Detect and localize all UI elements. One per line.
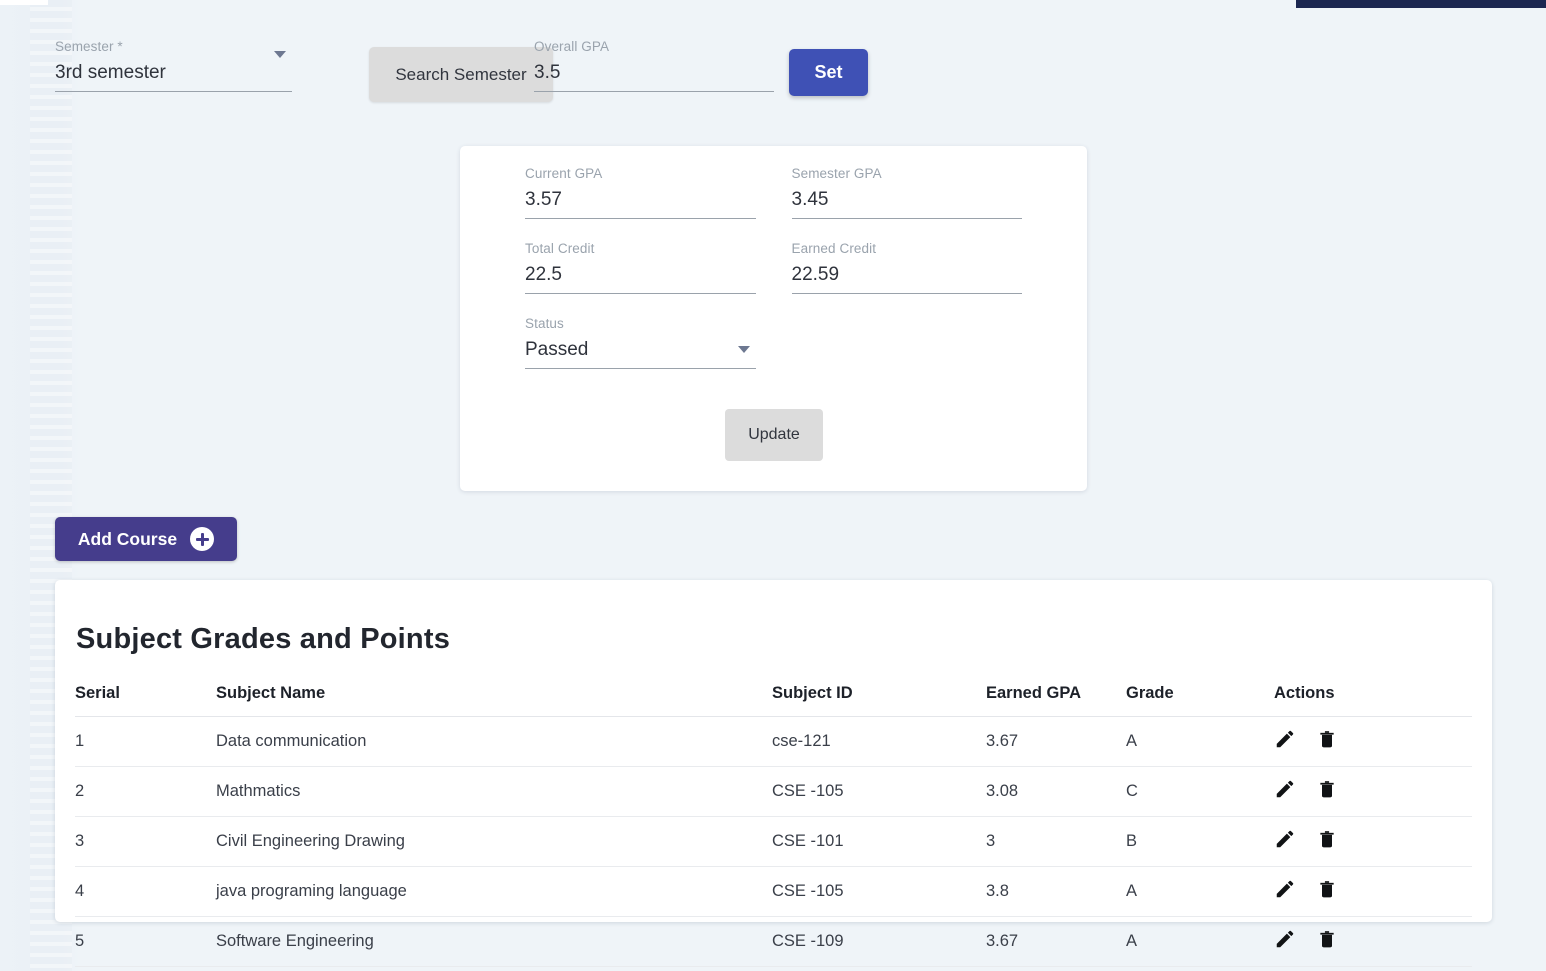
summary-fields: Current GPA 3.57 Semester GPA 3.45 Total… xyxy=(525,166,1022,391)
cell-grade: B xyxy=(1126,816,1274,867)
overall-gpa-label: Overall GPA xyxy=(534,39,610,54)
set-button[interactable]: Set xyxy=(789,49,868,96)
trash-icon[interactable] xyxy=(1317,928,1337,955)
plus-circle-icon xyxy=(190,527,215,551)
cell-serial: 3 xyxy=(75,816,216,867)
pencil-icon[interactable] xyxy=(1274,728,1296,755)
table-row: 5 Software Engineering CSE -109 3.67 A xyxy=(75,916,1472,967)
status-select[interactable]: Status Passed xyxy=(525,316,756,369)
cell-subject-name: Data communication xyxy=(216,716,772,767)
semester-value[interactable]: 3rd semester xyxy=(55,59,292,91)
table-row: 2 Mathmatics CSE -105 3.08 C xyxy=(75,766,1472,817)
earned-credit-label: Earned Credit xyxy=(791,241,877,256)
earned-credit-value[interactable]: 22.59 xyxy=(792,261,1023,293)
cell-subject-id: CSE -105 xyxy=(772,766,986,817)
semester-gpa-label: Semester GPA xyxy=(791,166,882,181)
current-gpa-value[interactable]: 3.57 xyxy=(525,186,756,218)
cell-earned-gpa: 3.08 xyxy=(986,766,1126,817)
overall-gpa-field[interactable]: Overall GPA 3.5 xyxy=(534,39,774,92)
cell-grade: A xyxy=(1126,716,1274,767)
summary-row-status: Status Passed xyxy=(525,316,1022,369)
semester-toolbar: Semester * 3rd semester Search Semester … xyxy=(55,30,1455,105)
column-header-subject-id: Subject ID xyxy=(772,684,986,717)
total-credit-label: Total Credit xyxy=(525,241,595,256)
current-gpa-field[interactable]: Current GPA 3.57 xyxy=(525,166,756,219)
total-credit-field[interactable]: Total Credit 22.5 xyxy=(525,241,756,294)
update-button[interactable]: Update xyxy=(725,409,823,461)
trash-icon[interactable] xyxy=(1317,878,1337,905)
status-value[interactable]: Passed xyxy=(525,336,756,368)
column-header-actions: Actions xyxy=(1274,684,1472,717)
add-course-label: Add Course xyxy=(77,528,178,549)
trash-icon[interactable] xyxy=(1317,778,1337,805)
cell-grade: A xyxy=(1126,866,1274,917)
cell-subject-name: Civil Engineering Drawing xyxy=(216,816,772,867)
trash-icon[interactable] xyxy=(1317,728,1337,755)
semester-gpa-value[interactable]: 3.45 xyxy=(792,186,1023,218)
cell-actions xyxy=(1274,866,1472,917)
top-left-white-sliver xyxy=(0,0,48,5)
table-header-row: Serial Subject Name Subject ID Earned GP… xyxy=(75,684,1472,717)
column-header-serial: Serial xyxy=(75,684,216,717)
column-header-grade: Grade xyxy=(1126,684,1274,717)
subject-grades-table: Serial Subject Name Subject ID Earned GP… xyxy=(75,684,1472,967)
top-navy-strip xyxy=(1296,0,1546,8)
summary-row-credit: Total Credit 22.5 Earned Credit 22.59 xyxy=(525,241,1022,294)
semester-gpa-field[interactable]: Semester GPA 3.45 xyxy=(791,166,1023,219)
cell-actions xyxy=(1274,716,1472,767)
summary-status-spacer xyxy=(792,316,1023,369)
status-label: Status xyxy=(525,316,564,331)
cell-subject-name: java programing language xyxy=(216,866,772,917)
cell-subject-id: CSE -109 xyxy=(772,916,986,967)
semester-label: Semester * xyxy=(55,39,123,54)
column-header-subject-name: Subject Name xyxy=(216,684,772,717)
cell-earned-gpa: 3.67 xyxy=(986,716,1126,767)
page-title: Subject Grades and Points xyxy=(76,623,451,655)
search-semester-button[interactable]: Search Semester xyxy=(369,47,553,102)
column-header-earned-gpa: Earned GPA xyxy=(986,684,1126,717)
add-course-button[interactable]: Add Course xyxy=(55,517,237,561)
cell-subject-id: cse-121 xyxy=(772,716,986,767)
cell-actions xyxy=(1274,766,1472,817)
cell-serial: 4 xyxy=(75,866,216,917)
table-header: Serial Subject Name Subject ID Earned GP… xyxy=(75,684,1472,717)
cell-subject-name: Software Engineering xyxy=(216,916,772,967)
earned-credit-field[interactable]: Earned Credit 22.59 xyxy=(791,241,1023,294)
overall-gpa-value[interactable]: 3.5 xyxy=(534,59,774,91)
cell-grade: A xyxy=(1126,916,1274,967)
semester-select[interactable]: Semester * 3rd semester xyxy=(55,39,292,92)
current-gpa-label: Current GPA xyxy=(525,166,603,181)
semester-summary-card: Current GPA 3.57 Semester GPA 3.45 Total… xyxy=(460,146,1087,491)
cell-grade: C xyxy=(1126,766,1274,817)
pencil-icon[interactable] xyxy=(1274,778,1296,805)
trash-icon[interactable] xyxy=(1317,828,1337,855)
cell-serial: 1 xyxy=(75,716,216,767)
cell-subject-id: CSE -105 xyxy=(772,866,986,917)
table-row: 1 Data communication cse-121 3.67 A xyxy=(75,716,1472,767)
pencil-icon[interactable] xyxy=(1274,878,1296,905)
pencil-icon[interactable] xyxy=(1274,928,1296,955)
summary-row-gpa: Current GPA 3.57 Semester GPA 3.45 xyxy=(525,166,1022,219)
subject-grades-card: Subject Grades and Points Serial Subject… xyxy=(55,580,1492,967)
cell-earned-gpa: 3.67 xyxy=(986,916,1126,967)
cell-actions xyxy=(1274,916,1472,967)
cell-subject-name: Mathmatics xyxy=(216,766,772,817)
cell-earned-gpa: 3 xyxy=(986,816,1126,867)
total-credit-value[interactable]: 22.5 xyxy=(525,261,756,293)
cell-subject-id: CSE -101 xyxy=(772,816,986,867)
table-body: 1 Data communication cse-121 3.67 A 2 Mathmati… xyxy=(75,716,1472,967)
cell-actions xyxy=(1274,816,1472,867)
table-row: 4 java programing language CSE -105 3.8 A xyxy=(75,866,1472,917)
cell-serial: 5 xyxy=(75,916,216,967)
cell-earned-gpa: 3.8 xyxy=(986,866,1126,917)
cell-serial: 2 xyxy=(75,766,216,817)
pencil-icon[interactable] xyxy=(1274,828,1296,855)
table-row: 3 Civil Engineering Drawing CSE -101 3 B xyxy=(75,816,1472,867)
